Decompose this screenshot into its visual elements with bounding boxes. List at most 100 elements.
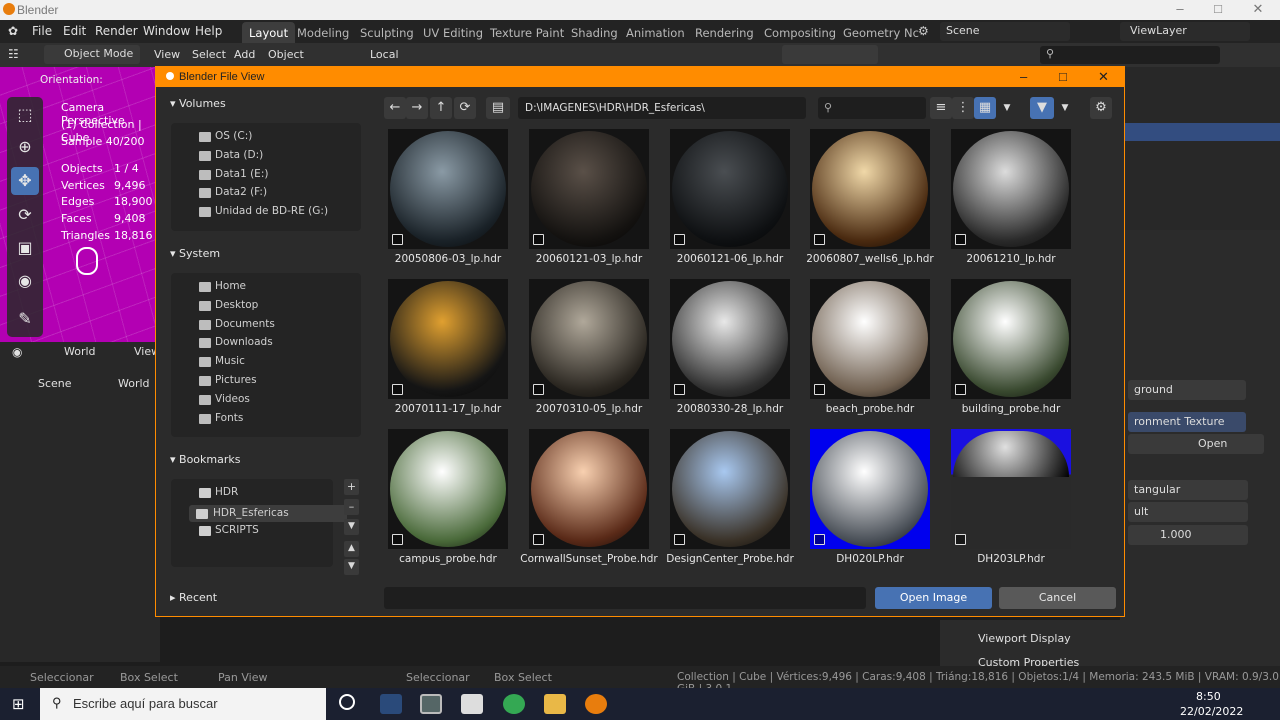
bookmarks-header[interactable]: ▾ Bookmarks (170, 453, 241, 466)
menu-help[interactable]: Help (195, 24, 222, 38)
system-item[interactable]: Videos (191, 393, 250, 405)
file-item[interactable]: DH020LP.hdr (800, 429, 940, 579)
select-box-tool-icon[interactable]: ⬚ (11, 101, 39, 129)
move-up-icon[interactable]: ▲ (344, 541, 359, 557)
display-settings-chevron-icon[interactable]: ▼ (998, 97, 1016, 119)
file-item[interactable]: 20070111-17_lp.hdr (378, 279, 518, 429)
bookmarks-item[interactable]: HDR (191, 486, 238, 498)
viewport-display-panel[interactable]: Viewport Display (978, 632, 1071, 645)
move-down-icon[interactable]: ▼ (344, 559, 359, 575)
tab-workspace[interactable]: Texture Paint (483, 22, 571, 43)
horizontal-list-icon[interactable]: ⋮ (952, 97, 974, 119)
menu-render[interactable]: Render (95, 24, 138, 38)
volumes-item[interactable]: OS (C:) (191, 130, 252, 142)
file-item[interactable]: campus_probe.hdr (378, 429, 518, 579)
transform-tool-icon[interactable]: ◉ (11, 267, 39, 295)
shading-buttons[interactable] (782, 45, 878, 64)
filter-search-field[interactable]: ⚲ (818, 97, 926, 119)
file-item[interactable]: DH203LP.hdr (941, 429, 1081, 579)
volumes-item[interactable]: Data (D:) (191, 149, 263, 161)
app-icon-document[interactable] (380, 694, 402, 714)
file-item[interactable]: beach_probe.hdr (800, 279, 940, 429)
new-folder-icon[interactable]: ▤ (486, 97, 510, 119)
transform-orientation[interactable]: Local (370, 48, 399, 61)
file-item[interactable]: 20061210_lp.hdr (941, 129, 1081, 279)
minimize-icon[interactable]: – (1160, 1, 1200, 16)
view-layer-selector[interactable]: ViewLayer (1120, 22, 1250, 41)
system-item[interactable]: Desktop (191, 299, 258, 311)
system-item[interactable]: Home (191, 280, 246, 292)
maximize-icon[interactable]: □ (1198, 1, 1238, 16)
file-item[interactable]: 20060121-06_lp.hdr (660, 129, 800, 279)
remove-bookmark-button[interactable]: – (344, 499, 359, 515)
outliner-search[interactable]: ⚲ (1040, 46, 1220, 64)
move-tool-icon[interactable]: ✥ (11, 167, 39, 195)
system-item[interactable]: Pictures (191, 374, 257, 386)
strength-field[interactable]: 1.000 (1128, 525, 1248, 545)
parent-directory-icon[interactable]: ↑ (430, 97, 452, 119)
dialog-close-icon[interactable]: ✕ (1098, 69, 1109, 85)
tab-workspace[interactable]: Sculpting (353, 22, 421, 43)
file-item[interactable]: 20080330-28_lp.hdr (660, 279, 800, 429)
cursor-tool-icon[interactable]: ⊕ (11, 133, 39, 161)
tab-workspace[interactable]: Geometry Nc (836, 22, 926, 43)
projection-field[interactable]: tangular (1128, 480, 1248, 500)
cancel-button[interactable]: Cancel (999, 587, 1116, 609)
tab-workspace[interactable]: Compositing (757, 22, 843, 43)
menu-object[interactable]: Object (268, 48, 304, 61)
file-explorer-icon[interactable] (544, 694, 566, 714)
volumes-header[interactable]: ▾ Volumes (170, 97, 226, 110)
menu-edit[interactable]: Edit (63, 24, 86, 38)
menu-file[interactable]: File (32, 24, 52, 38)
settings-gear-icon[interactable]: ⚙ (1090, 97, 1112, 119)
windows-start-icon[interactable]: ⊞ (12, 695, 25, 713)
file-item[interactable]: CornwallSunset_Probe.hdr (519, 429, 659, 579)
system-item[interactable]: Fonts (191, 412, 243, 424)
blender-menu-icon[interactable]: ✿ (8, 24, 18, 38)
tab-workspace[interactable]: Animation (619, 22, 692, 43)
volumes-item[interactable]: Data2 (F:) (191, 186, 267, 199)
volumes-item[interactable]: Unidad de BD-RE (G:) (191, 205, 328, 218)
thumbnails-view-icon[interactable]: ▦ (974, 97, 996, 119)
editor-type-icon[interactable]: ☷ (8, 47, 19, 61)
mode-selector[interactable]: Object Mode (44, 45, 140, 64)
back-arrow-icon[interactable]: ← (384, 97, 406, 119)
add-bookmark-button[interactable]: + (344, 479, 359, 495)
clock-date[interactable]: 22/02/2022 (1180, 705, 1243, 718)
file-item[interactable]: 20060121-03_lp.hdr (519, 129, 659, 279)
annotate-tool-icon[interactable]: ✎ (11, 305, 39, 333)
taskbar-search[interactable]: ⚲ Escribe aquí para buscar (40, 688, 326, 720)
file-item[interactable]: DesignCenter_Probe.hdr (660, 429, 800, 579)
directory-path-field[interactable]: D:\IMAGENES\HDR\HDR_Esfericas\ (518, 97, 806, 119)
outliner-selected-row[interactable] (1120, 123, 1280, 141)
file-item[interactable]: 20050806-03_lp.hdr (378, 129, 518, 279)
color-field[interactable]: ronment Texture (1128, 412, 1246, 432)
system-item[interactable]: Music (191, 355, 245, 368)
forward-arrow-icon[interactable]: → (406, 97, 428, 119)
scene-selector[interactable]: Scene (940, 22, 1070, 41)
clock-time[interactable]: 8:50 (1196, 690, 1221, 703)
menu-select[interactable]: Select (192, 48, 226, 61)
extension-field[interactable]: ult (1128, 502, 1248, 522)
bookmarks-item[interactable]: SCRIPTS (191, 524, 259, 536)
open-image-button[interactable]: Open (1128, 434, 1264, 454)
file-item[interactable]: 20060807_wells6_lp.hdr (800, 129, 940, 279)
rotate-tool-icon[interactable]: ⟳ (11, 201, 39, 229)
filter-icon[interactable]: ▼ (1030, 97, 1054, 119)
tab-workspace[interactable]: Layout (242, 22, 296, 43)
world-selector[interactable]: World (64, 345, 96, 358)
chrome-icon[interactable] (503, 694, 525, 714)
blender-taskbar-icon[interactable] (585, 694, 607, 714)
bookmark-menu-icon[interactable]: ▼ (344, 519, 359, 535)
dialog-maximize-icon[interactable]: □ (1059, 69, 1067, 84)
system-item[interactable]: Downloads (191, 336, 273, 349)
dialog-minimize-icon[interactable]: – (1020, 69, 1027, 84)
editor-type-icon[interactable]: ◉ (12, 345, 22, 359)
tab-workspace[interactable]: UV Editing (416, 22, 490, 43)
open-image-button[interactable]: Open Image (875, 587, 992, 609)
file-item[interactable]: 20070310-05_lp.hdr (519, 279, 659, 429)
volumes-item[interactable]: Data1 (E:) (191, 168, 268, 180)
menu-window[interactable]: Window (143, 24, 190, 38)
bookmarks-item[interactable]: HDR_Esfericas (189, 504, 347, 522)
menu-view[interactable]: View (154, 48, 180, 61)
